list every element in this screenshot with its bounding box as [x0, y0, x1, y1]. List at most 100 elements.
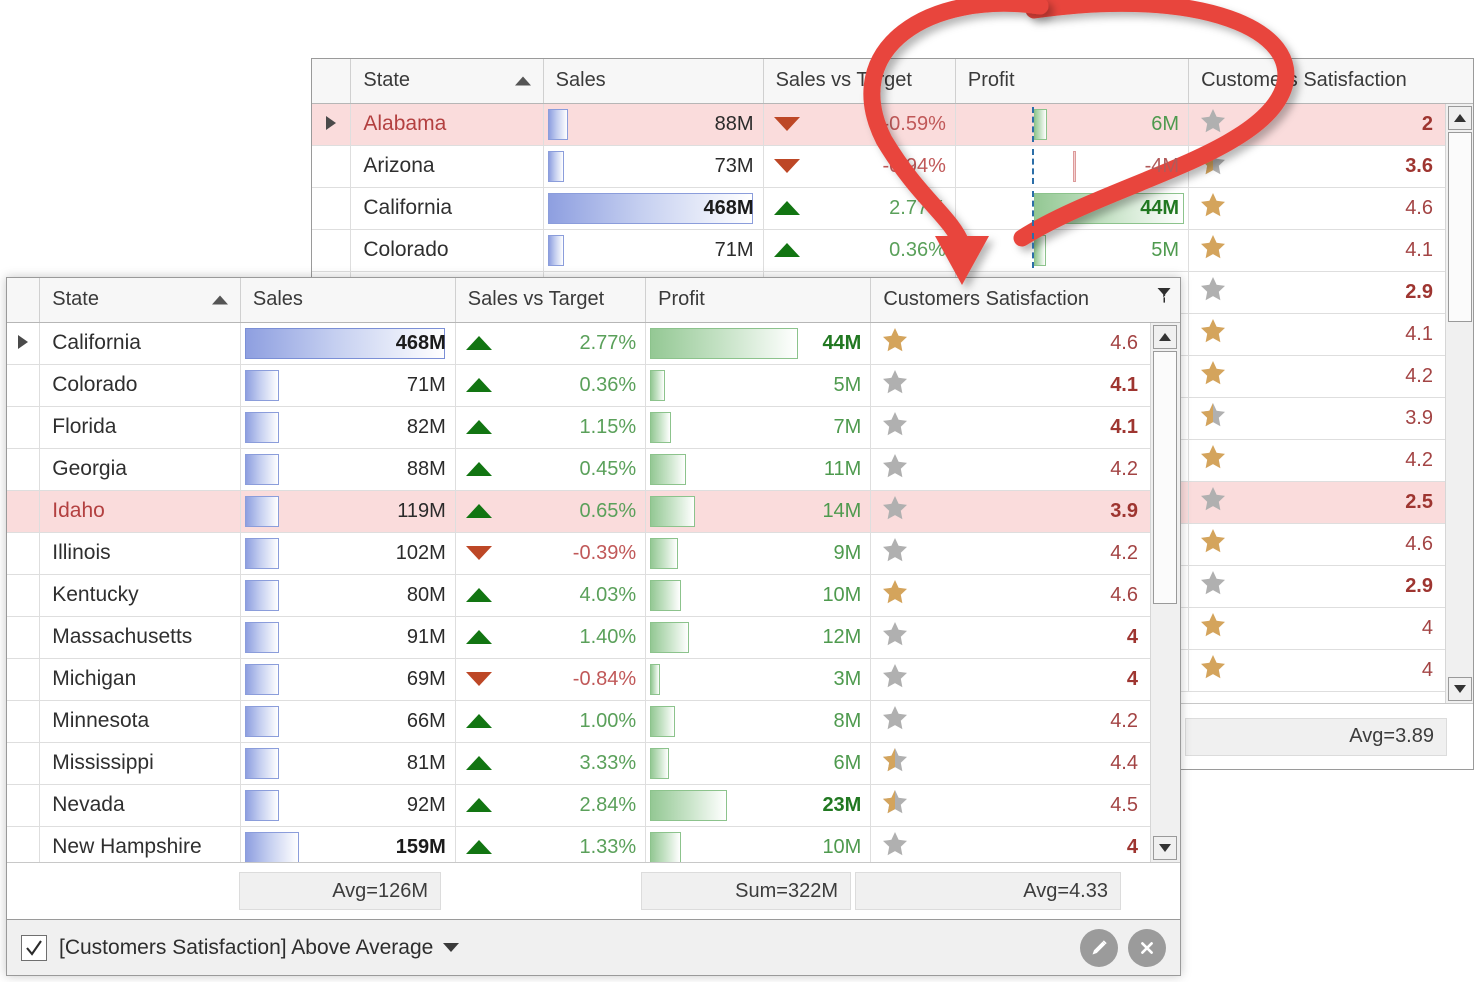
cell-state[interactable]: Mississippi — [39, 742, 241, 785]
cell-sales-vs-target[interactable]: 3.33% — [455, 742, 647, 785]
cell-sales-vs-target[interactable]: 2.77% — [763, 187, 956, 230]
scroll-up-button[interactable] — [1448, 106, 1472, 130]
cell-state[interactable]: Alabama — [350, 103, 544, 146]
column-header-customers-satisfaction[interactable]: Customers Satisfaction — [1188, 59, 1473, 104]
cell-customers-satisfaction[interactable]: 4.6 — [1188, 187, 1473, 230]
cell-profit[interactable]: 8M — [645, 700, 872, 743]
cell-profit[interactable]: 5M — [645, 364, 872, 407]
cell-profit[interactable]: 23M — [645, 784, 872, 827]
cell-sales-vs-target[interactable]: 1.00% — [455, 700, 647, 743]
cell-state[interactable]: Arizona — [350, 145, 544, 188]
cell-sales[interactable]: 69M — [240, 658, 456, 701]
column-header-state[interactable]: State — [350, 59, 544, 104]
scrollbar-thumb[interactable] — [1448, 132, 1472, 322]
table-row[interactable]: Minnesota 66M 1.00% 8M 4.2 — [7, 700, 1180, 743]
fg-vertical-scrollbar[interactable] — [1150, 323, 1180, 862]
table-row[interactable]: Arizona 73M -0.94% -4M 3.6 — [312, 145, 1473, 188]
cell-sales[interactable]: 468M — [543, 187, 764, 230]
table-row[interactable]: Alabama 88M -0.59% 6M 2 — [312, 103, 1473, 146]
table-row[interactable]: Massachusetts 91M 1.40% 12M 4 — [7, 616, 1180, 659]
cell-state[interactable]: Georgia — [39, 448, 241, 491]
sort-ascending-icon[interactable] — [514, 76, 531, 86]
scroll-up-button[interactable] — [1153, 325, 1177, 349]
cell-customers-satisfaction[interactable]: 4.1 — [870, 406, 1180, 449]
cell-sales-vs-target[interactable]: 1.15% — [455, 406, 647, 449]
cell-sales[interactable]: 73M — [543, 145, 764, 188]
filter-funnel-icon[interactable] — [1156, 286, 1172, 304]
cell-sales[interactable]: 468M — [240, 322, 456, 365]
bg-vertical-scrollbar[interactable] — [1445, 104, 1473, 703]
scrollbar-thumb[interactable] — [1153, 351, 1177, 604]
cell-state[interactable]: Illinois — [39, 532, 241, 575]
cell-sales[interactable]: 66M — [240, 700, 456, 743]
table-row[interactable]: California 468M 2.77% 44M 4.6 — [7, 322, 1180, 365]
cell-customers-satisfaction[interactable]: 3.6 — [1188, 145, 1473, 188]
cell-customers-satisfaction[interactable]: 4.6 — [870, 322, 1180, 365]
cell-profit[interactable]: 6M — [955, 103, 1190, 146]
cell-customers-satisfaction[interactable]: 4.2 — [870, 448, 1180, 491]
cell-customers-satisfaction[interactable]: 2.5 — [1188, 481, 1473, 524]
cell-state[interactable]: Colorado — [39, 364, 241, 407]
cell-profit[interactable]: 7M — [645, 406, 872, 449]
column-header-state[interactable]: State — [39, 278, 241, 323]
cell-customers-satisfaction[interactable]: 4.1 — [1188, 229, 1473, 272]
column-header-sales-vs-target[interactable]: Sales vs Target — [455, 278, 647, 323]
cell-profit[interactable]: 5M — [955, 229, 1190, 272]
cell-sales[interactable]: 88M — [543, 103, 764, 146]
cell-customers-satisfaction[interactable]: 2.9 — [1188, 271, 1473, 314]
cell-profit[interactable]: 3M — [645, 658, 872, 701]
cell-customers-satisfaction[interactable]: 4.2 — [1188, 355, 1473, 398]
cell-profit[interactable]: 14M — [645, 490, 872, 533]
cell-profit[interactable]: 11M — [645, 448, 872, 491]
cell-customers-satisfaction[interactable]: 3.9 — [1188, 397, 1473, 440]
table-row[interactable]: Illinois 102M -0.39% 9M 4.2 — [7, 532, 1180, 575]
cell-profit[interactable]: -4M — [955, 145, 1190, 188]
column-header-sales[interactable]: Sales — [543, 59, 764, 104]
cell-state[interactable]: California — [39, 322, 241, 365]
cell-customers-satisfaction[interactable]: 4.1 — [870, 364, 1180, 407]
table-row[interactable]: Nevada 92M 2.84% 23M 4.5 — [7, 784, 1180, 827]
cell-sales[interactable]: 71M — [240, 364, 456, 407]
cell-sales[interactable]: 102M — [240, 532, 456, 575]
cell-sales[interactable]: 80M — [240, 574, 456, 617]
cell-sales-vs-target[interactable]: 1.40% — [455, 616, 647, 659]
column-header-sales[interactable]: Sales — [240, 278, 456, 323]
cell-sales[interactable]: 82M — [240, 406, 456, 449]
cell-state[interactable]: Minnesota — [39, 700, 241, 743]
column-header-customers-satisfaction[interactable]: Customers Satisfaction — [870, 278, 1180, 323]
cell-sales-vs-target[interactable]: 0.36% — [763, 229, 956, 272]
cell-sales-vs-target[interactable]: -0.94% — [763, 145, 956, 188]
cell-sales[interactable]: 119M — [240, 490, 456, 533]
cell-customers-satisfaction[interactable]: 4.2 — [870, 532, 1180, 575]
cell-sales-vs-target[interactable]: 4.03% — [455, 574, 647, 617]
table-row[interactable]: Colorado 71M 0.36% 5M 4.1 — [312, 229, 1473, 272]
cell-customers-satisfaction[interactable]: 4.4 — [870, 742, 1180, 785]
cell-state[interactable]: Kentucky — [39, 574, 241, 617]
cell-customers-satisfaction[interactable]: 4.1 — [1188, 313, 1473, 356]
cell-sales-vs-target[interactable]: -0.59% — [763, 103, 956, 146]
cell-profit[interactable]: 12M — [645, 616, 872, 659]
cell-state[interactable]: Michigan — [39, 658, 241, 701]
cell-customers-satisfaction[interactable]: 3.9 — [870, 490, 1180, 533]
scroll-down-button[interactable] — [1448, 677, 1472, 701]
cell-customers-satisfaction[interactable]: 4.6 — [870, 574, 1180, 617]
scroll-down-button[interactable] — [1153, 836, 1177, 860]
table-row[interactable]: Mississippi 81M 3.33% 6M 4.4 — [7, 742, 1180, 785]
cell-sales[interactable]: 92M — [240, 784, 456, 827]
cell-customers-satisfaction[interactable]: 4 — [1188, 649, 1473, 692]
table-row[interactable]: Michigan 69M -0.84% 3M 4 — [7, 658, 1180, 701]
filter-enabled-checkbox[interactable] — [21, 934, 47, 961]
cell-profit[interactable]: 9M — [645, 532, 872, 575]
cell-state[interactable]: Nevada — [39, 784, 241, 827]
sort-ascending-icon[interactable] — [211, 295, 228, 305]
cell-profit[interactable]: 44M — [955, 187, 1190, 230]
cell-customers-satisfaction[interactable]: 4.2 — [1188, 439, 1473, 482]
cell-state[interactable]: Florida — [39, 406, 241, 449]
cell-customers-satisfaction[interactable]: 2 — [1188, 103, 1473, 146]
table-row[interactable]: Colorado 71M 0.36% 5M 4.1 — [7, 364, 1180, 407]
cell-state[interactable]: Colorado — [350, 229, 544, 272]
cell-sales[interactable]: 88M — [240, 448, 456, 491]
cell-sales-vs-target[interactable]: -0.84% — [455, 658, 647, 701]
cell-profit[interactable]: 6M — [645, 742, 872, 785]
cell-customers-satisfaction[interactable]: 4 — [1188, 607, 1473, 650]
